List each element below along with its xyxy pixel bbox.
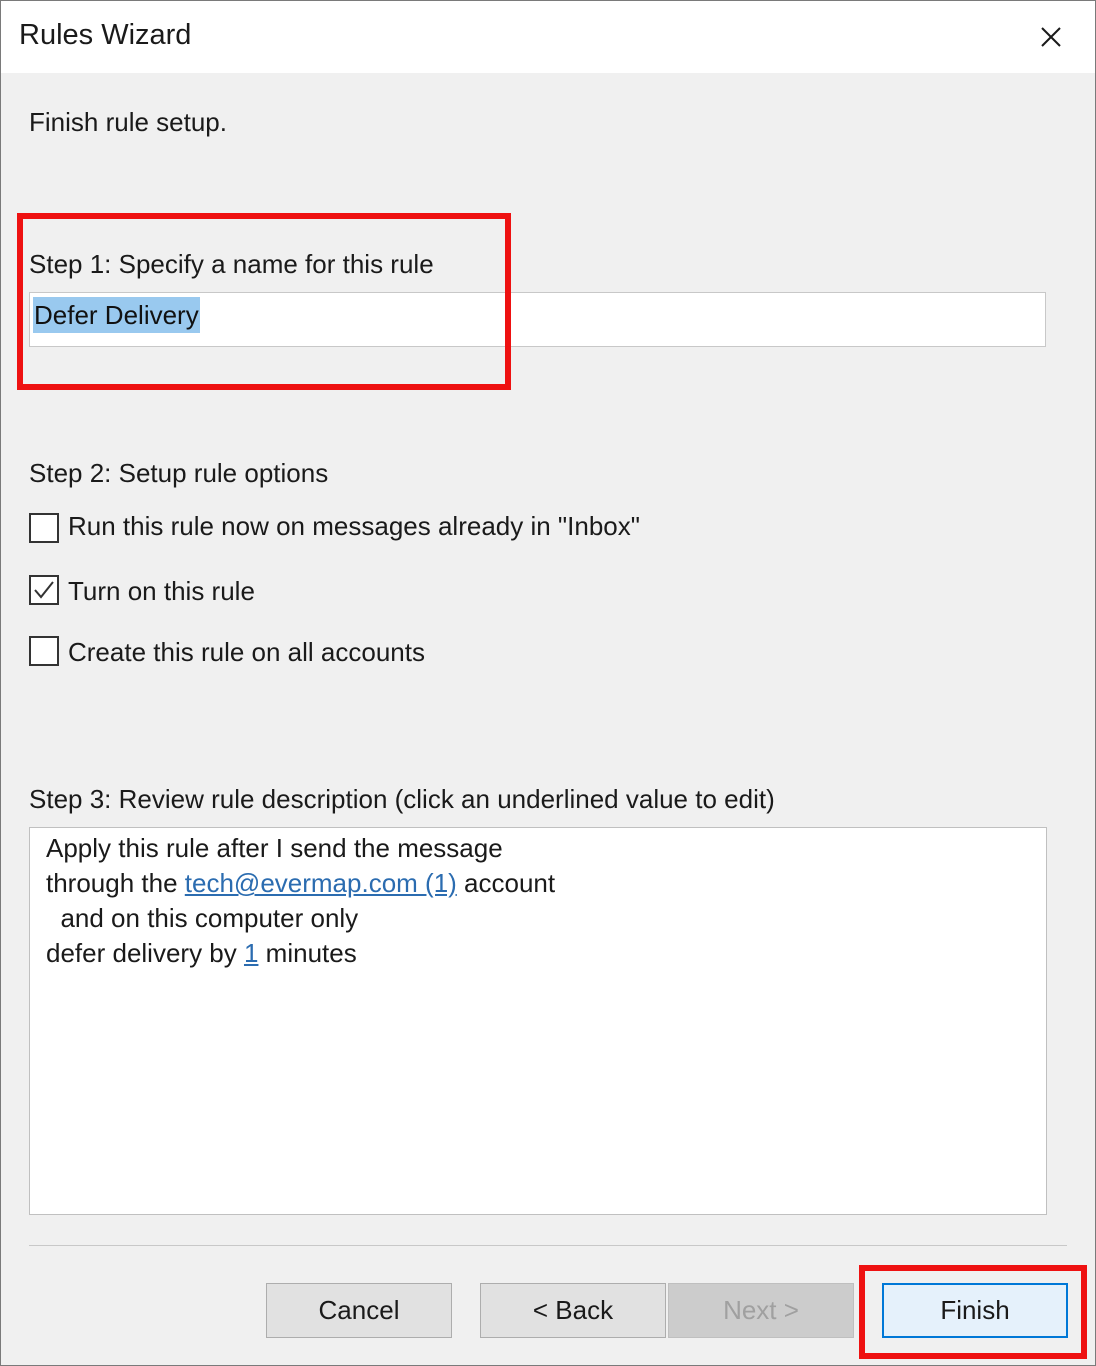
description-text: defer delivery by [46,938,244,968]
rule-name-input[interactable]: Defer Delivery [29,292,1046,347]
next-button[interactable]: Next > [668,1283,854,1338]
run-now-label[interactable]: Run this rule now on messages already in… [68,511,640,542]
account-link[interactable]: tech@evermap.com (1) [185,868,457,898]
title-bar: Rules Wizard [1,1,1095,73]
minutes-value-link[interactable]: 1 [244,938,258,968]
step2-label: Step 2: Setup rule options [29,458,329,488]
turn-on-label[interactable]: Turn on this rule [68,576,255,607]
finish-button[interactable]: Finish [882,1283,1068,1338]
step3-label: Step 3: Review rule description (click a… [29,784,775,814]
description-line: and on this computer only [46,903,359,933]
turn-on-checkbox[interactable] [29,575,59,605]
window-title: Rules Wizard [19,19,192,51]
close-icon [1041,27,1061,47]
description-text: account [456,868,556,898]
step1-label: Step 1: Specify a name for this rule [29,249,434,279]
description-text: minutes [258,938,357,968]
rules-wizard-dialog: Rules Wizard Finish rule setup. Step 1: … [0,0,1096,1366]
back-button[interactable]: < Back [480,1283,666,1338]
description-text: through the [46,868,185,898]
instruction-text: Finish rule setup. [29,107,227,137]
checkmark-icon [34,581,54,599]
description-line: defer delivery by 1 minutes [46,938,357,969]
all-accounts-label[interactable]: Create this rule on all accounts [68,637,425,668]
description-line: through the tech@evermap.com (1) account [46,868,555,899]
separator [29,1245,1067,1246]
cancel-button[interactable]: Cancel [266,1283,452,1338]
close-button[interactable] [1007,1,1095,73]
description-line: Apply this rule after I send the message [46,833,503,863]
rule-description-box: Apply this rule after I send the message… [29,827,1047,1215]
rule-name-value: Defer Delivery [33,297,200,333]
run-now-checkbox[interactable] [29,513,59,543]
all-accounts-checkbox[interactable] [29,636,59,666]
